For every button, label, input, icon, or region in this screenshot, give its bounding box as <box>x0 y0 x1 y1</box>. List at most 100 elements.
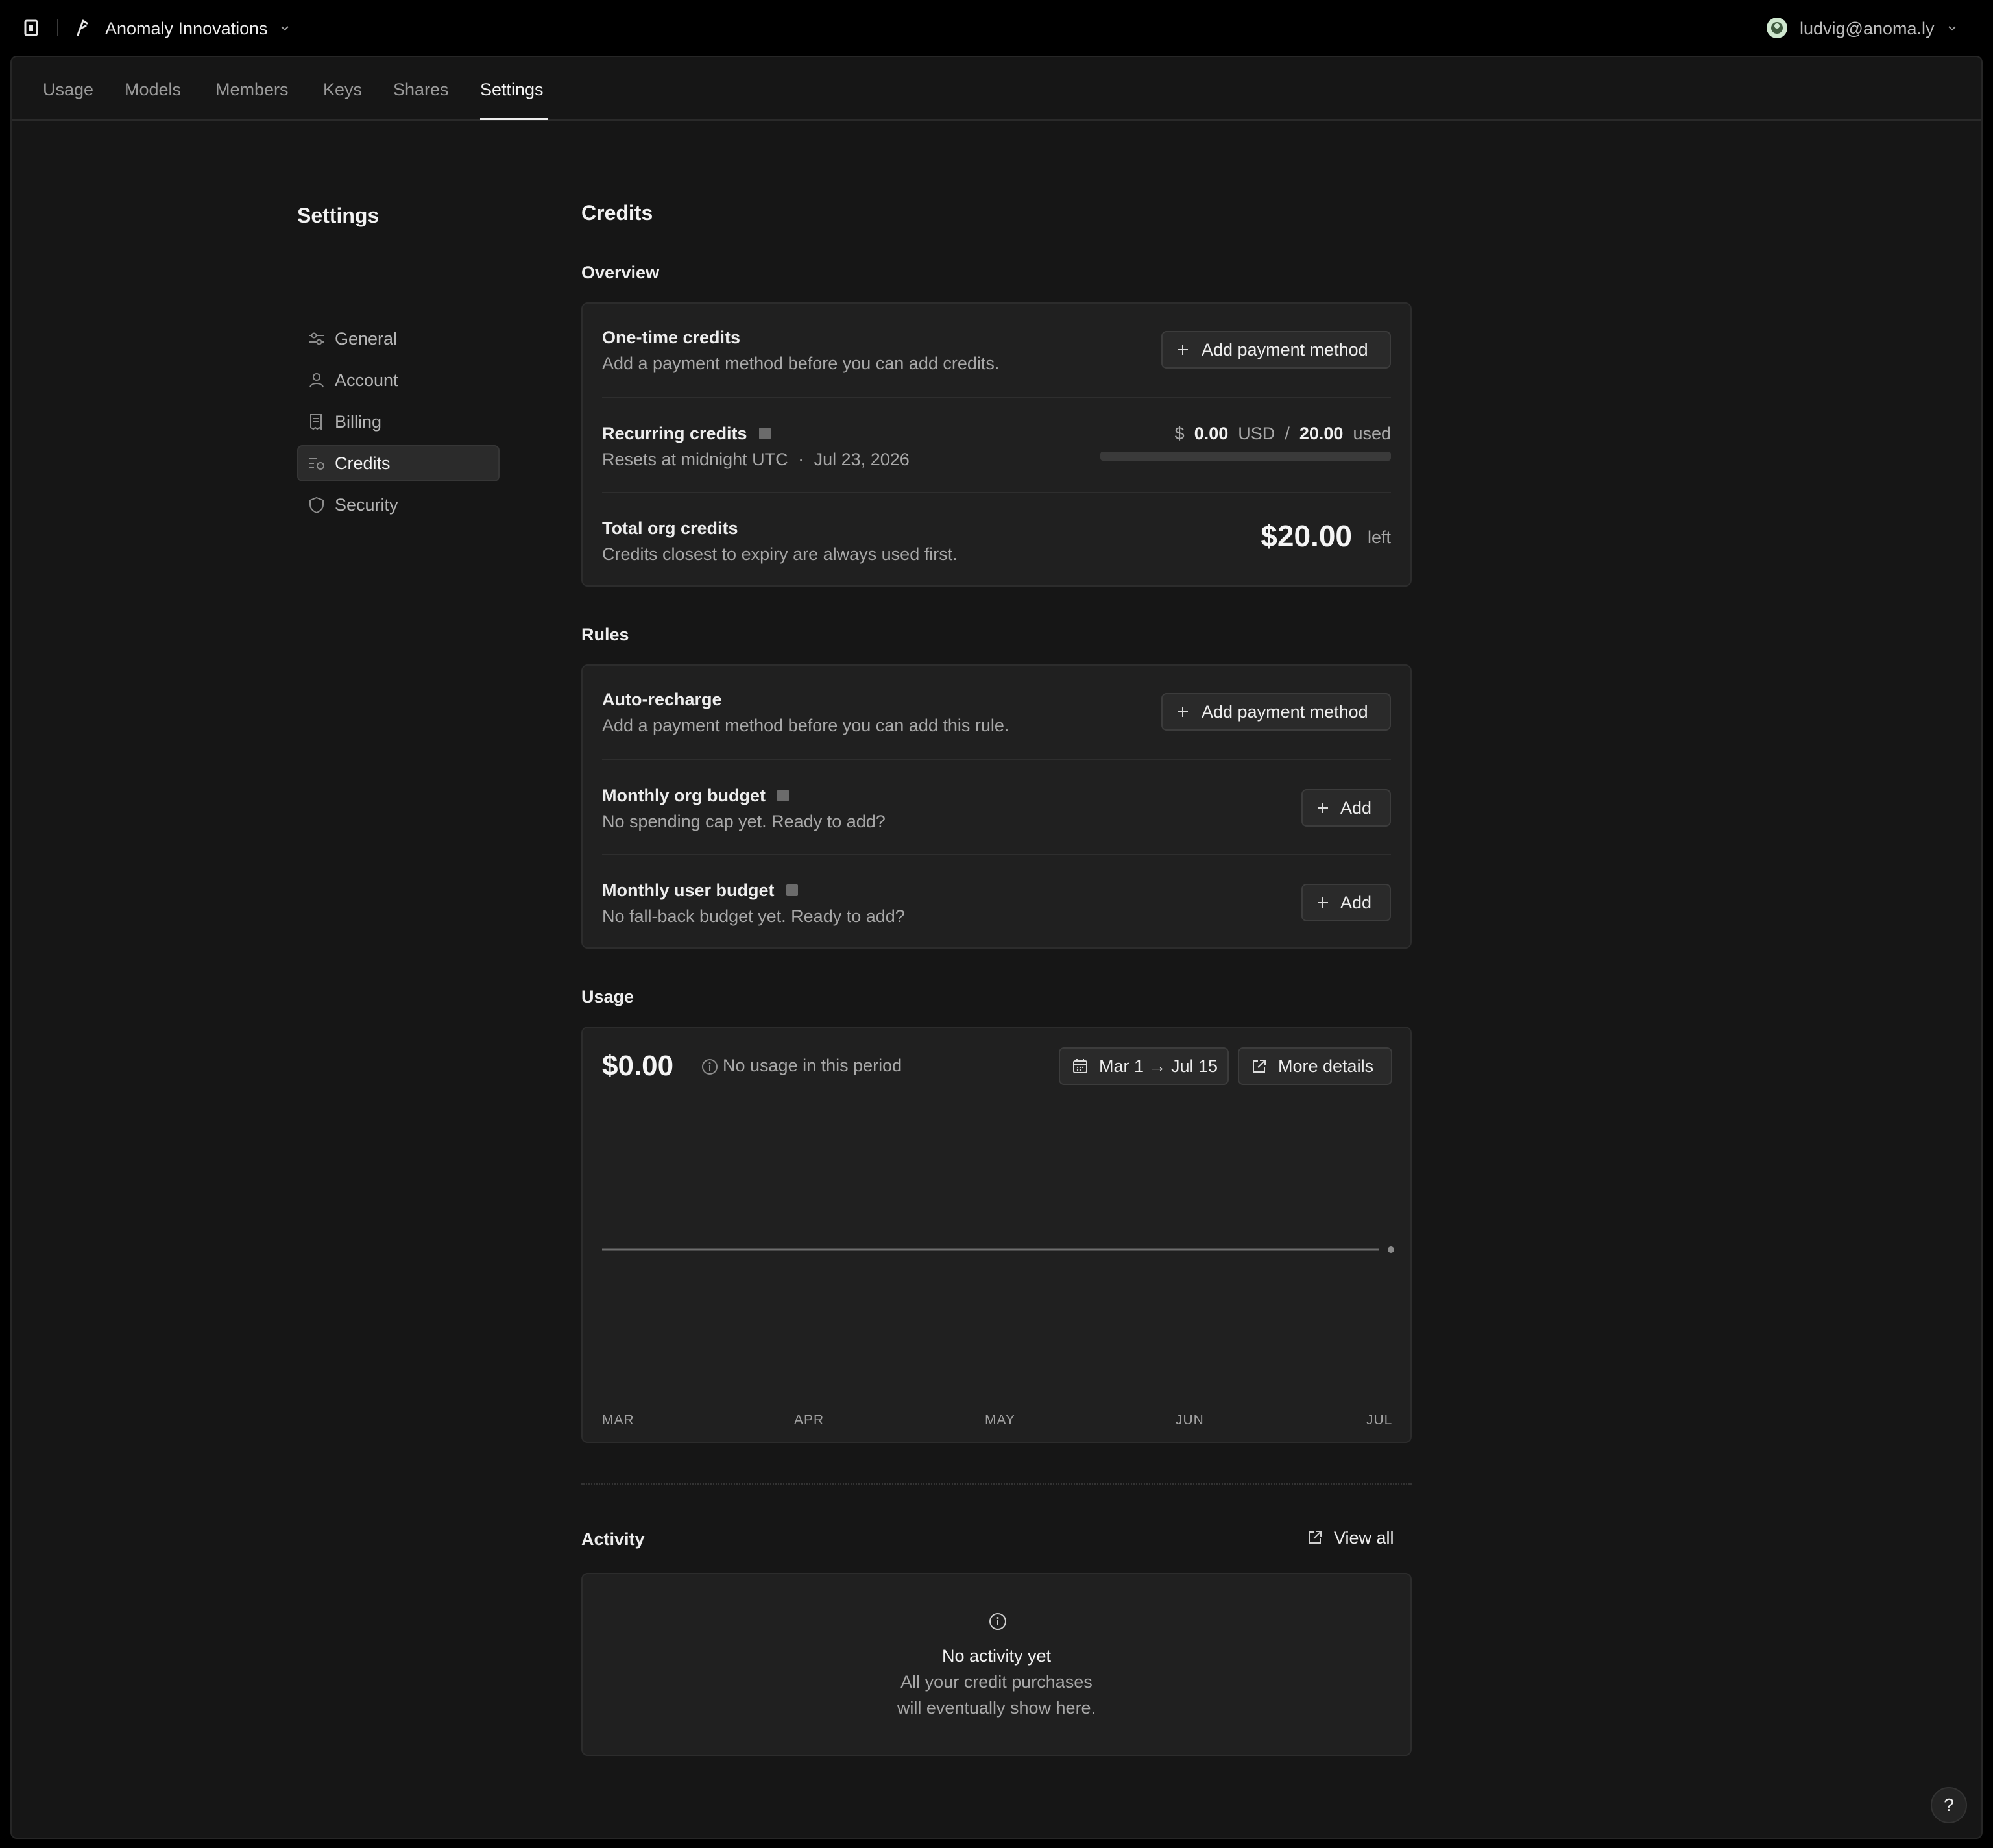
info-icon <box>989 1613 1006 1630</box>
x-tick-label: APR <box>794 1413 825 1428</box>
usage-heading: Usage <box>581 987 634 1006</box>
used-label: used <box>1353 424 1391 443</box>
section-divider <box>581 1483 1412 1485</box>
auto-recharge-subtitle: Add a payment method before you can add … <box>602 716 1009 735</box>
usage-card: $0.00 No usage in this period Mar 1 → Ju… <box>581 1027 1412 1443</box>
activity-heading: Activity <box>581 1529 645 1549</box>
divider <box>602 492 1391 493</box>
total-credits-subtitle: Credits closest to expiry are always use… <box>602 544 958 564</box>
shield-icon <box>309 496 324 514</box>
org-switcher[interactable]: Anomaly Innovations <box>105 16 268 42</box>
overview-card: One-time credits Add a payment method be… <box>581 302 1412 587</box>
sidebar-item-billing[interactable]: Billing <box>297 404 500 440</box>
org-logo-icon <box>77 19 88 36</box>
x-tick-label: JUL <box>1366 1413 1393 1428</box>
divider <box>602 397 1391 398</box>
tab-models[interactable]: Models <box>125 77 181 103</box>
monthly-user-budget-title: Monthly user budget <box>602 877 798 903</box>
sidebar-item-label: Security <box>335 495 398 515</box>
reset-date: Jul 23, 2026 <box>814 450 910 469</box>
recurring-usage-readout: $ 0.00 USD / 20.00 used <box>1175 420 1391 446</box>
activity-card: No activity yet All your credit purchase… <box>581 1573 1412 1756</box>
total-credits-title: Total org credits <box>602 518 738 538</box>
plus-icon <box>1318 897 1328 908</box>
tab-shares[interactable]: Shares <box>393 77 449 103</box>
plus-icon <box>1178 345 1188 355</box>
one-time-credits-title: One-time credits <box>602 328 741 347</box>
rules-card: Auto-recharge Add a payment method befor… <box>581 664 1412 949</box>
tab-keys[interactable]: Keys <box>323 77 362 103</box>
monthly-org-budget-label: Monthly org budget <box>602 786 766 805</box>
currency-code: USD <box>1238 424 1275 443</box>
monthly-org-budget-title: Monthly org budget <box>602 783 789 808</box>
add-user-budget-button[interactable]: Add <box>1301 884 1391 921</box>
add-payment-method-button[interactable]: Add payment method <box>1161 331 1391 369</box>
recurring-credits-label: Recurring credits <box>602 424 747 443</box>
sidebar-item-label: General <box>335 329 398 348</box>
button-label: Add payment method <box>1202 340 1368 359</box>
sidebar-item-label: Credits <box>335 454 391 473</box>
recurring-credits-subtitle: Resets at midnight UTC · Jul 23, 2026 <box>602 446 910 472</box>
data-point <box>1388 1246 1394 1253</box>
view-all-label: View all <box>1334 1528 1394 1548</box>
one-time-credits-subtitle: Add a payment method before you can add … <box>602 354 1000 373</box>
recurring-progress-bar <box>1100 452 1391 461</box>
sidebar-item-security[interactable]: Security <box>297 487 500 523</box>
credits-icon <box>309 458 324 470</box>
currency-symbol: $ <box>1174 424 1185 443</box>
sidebar-item-label: Account <box>335 371 398 390</box>
divider <box>602 759 1391 760</box>
sliders-icon <box>309 332 324 345</box>
x-tick-label: MAY <box>985 1413 1015 1428</box>
help-button[interactable]: ? <box>1931 1787 1967 1823</box>
avatar[interactable] <box>1766 17 1788 39</box>
top-bar: Anomaly Innovations ludvig@anoma.ly <box>0 0 1993 56</box>
tab-settings[interactable]: Settings <box>480 77 544 103</box>
external-link-icon <box>1309 1531 1322 1544</box>
separator-dot: · <box>798 450 804 469</box>
auto-recharge-title: Auto-recharge <box>602 690 722 709</box>
info-icon[interactable] <box>786 884 798 896</box>
tab-bar: Usage Models Members Keys Shares Setting… <box>12 57 1981 121</box>
plus-icon <box>1318 803 1328 813</box>
empty-state-title: No activity yet <box>941 1646 1052 1666</box>
app-logo-icon[interactable] <box>23 18 40 38</box>
monthly-user-budget-subtitle: No fall-back budget yet. Ready to add? <box>602 906 905 926</box>
slash: / <box>1285 424 1290 443</box>
button-label: Add payment method <box>1202 702 1368 722</box>
user-menu[interactable]: ludvig@anoma.ly <box>1800 16 1935 42</box>
receipt-icon <box>310 414 322 430</box>
total-credits-left-label: left <box>1367 528 1391 547</box>
recurring-credits-title: Recurring credits <box>602 420 771 446</box>
plus-icon <box>1178 707 1188 717</box>
empty-state-text: will eventually show here. <box>897 1698 1096 1718</box>
add-payment-method-button[interactable]: Add payment method <box>1161 693 1391 731</box>
settings-heading: Settings <box>297 204 380 227</box>
info-icon[interactable] <box>777 789 789 801</box>
tab-members[interactable]: Members <box>215 77 289 103</box>
overview-heading: Overview <box>581 263 660 282</box>
reset-time: Resets at midnight UTC <box>602 450 788 469</box>
total-credits-amount: $20.00 <box>1261 519 1352 553</box>
x-tick-label: JUN <box>1176 1413 1204 1428</box>
button-label: Add <box>1340 798 1372 818</box>
used-amount: 0.00 <box>1194 424 1229 443</box>
rules-heading: Rules <box>581 625 629 644</box>
chevron-down-icon[interactable] <box>279 22 291 34</box>
add-org-budget-button[interactable]: Add <box>1301 789 1391 827</box>
empty-state-text: All your credit purchases <box>900 1672 1093 1692</box>
sidebar-item-general[interactable]: General <box>297 321 500 357</box>
sidebar-item-account[interactable]: Account <box>297 362 500 398</box>
divider <box>602 854 1391 855</box>
page-title: Credits <box>581 201 653 225</box>
sidebar-item-credits[interactable]: Credits <box>297 445 500 481</box>
user-icon <box>309 373 324 388</box>
active-tab-indicator <box>480 118 548 120</box>
usage-chart <box>602 1246 1394 1253</box>
button-label: Add <box>1340 893 1372 912</box>
monthly-org-budget-subtitle: No spending cap yet. Ready to add? <box>602 812 886 831</box>
info-icon[interactable] <box>758 427 771 439</box>
tab-usage[interactable]: Usage <box>43 77 93 103</box>
sidebar-item-label: Billing <box>335 412 382 432</box>
chevron-down-icon[interactable] <box>1946 22 1958 34</box>
